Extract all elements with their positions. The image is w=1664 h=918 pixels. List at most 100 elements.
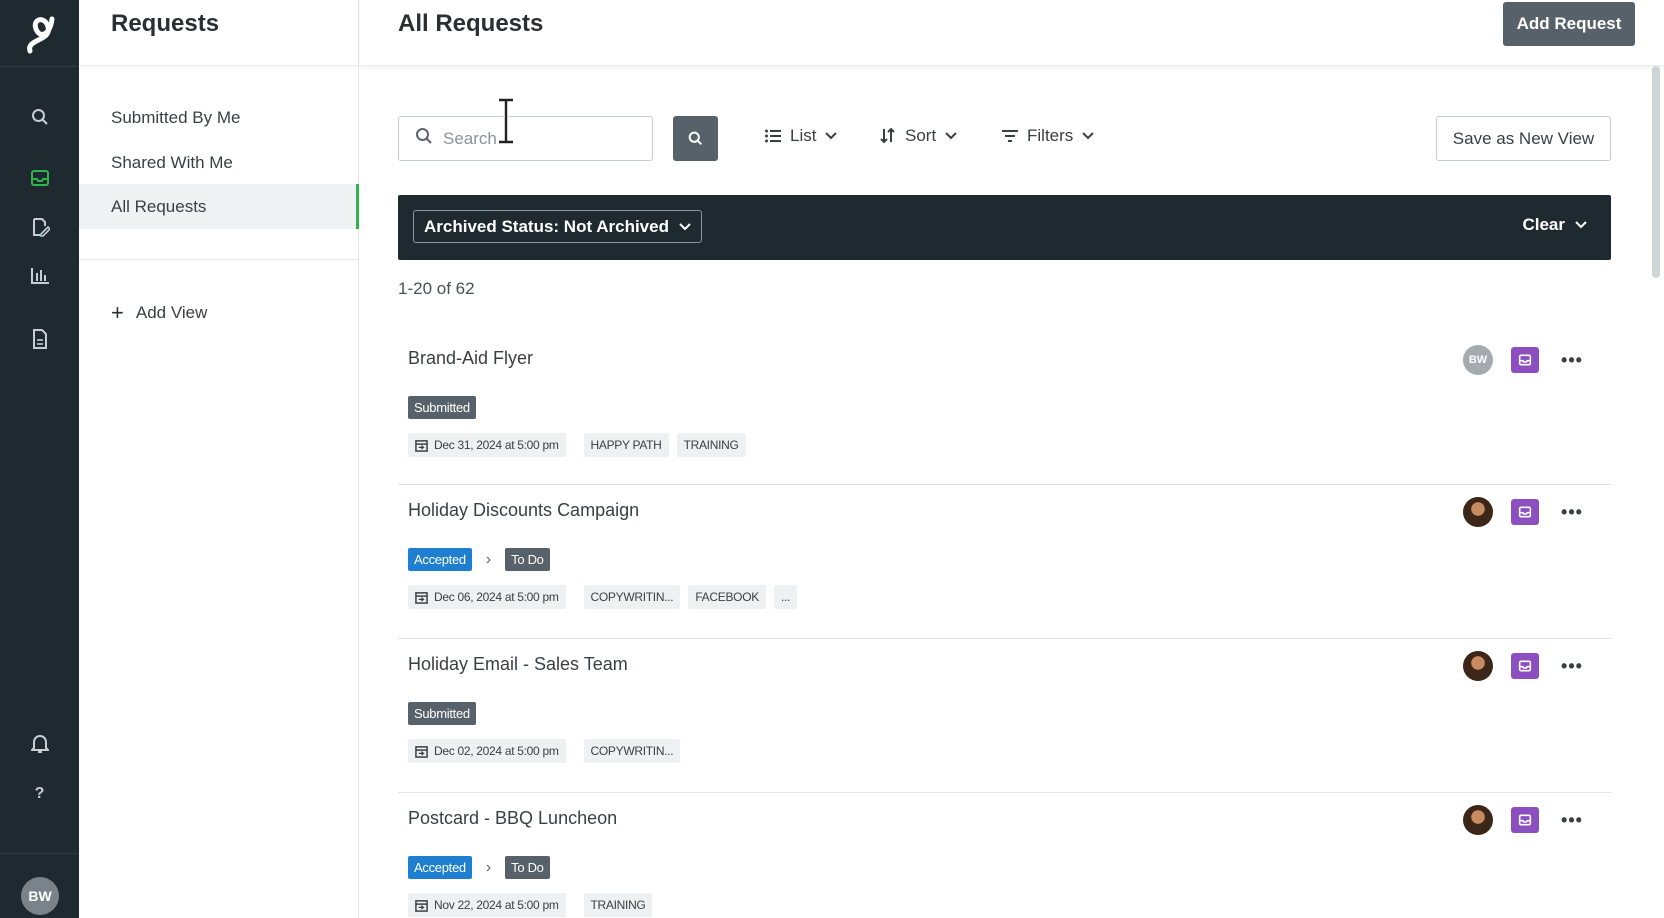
inbox-icon[interactable]	[1511, 347, 1539, 373]
list-label: List	[790, 126, 817, 145]
clear-label: Clear	[1522, 215, 1565, 234]
list-item[interactable]: Postcard - BBQ Luncheon Accepted › To Do…	[398, 793, 1611, 918]
assignee-avatar[interactable]	[1463, 497, 1493, 527]
sidebar-title: Requests	[111, 10, 220, 37]
stage-badge: To Do	[505, 548, 550, 571]
request-status: Submitted	[408, 396, 476, 419]
request-meta: Nov 22, 2024 at 5:00 pm TRAINING	[408, 893, 653, 917]
status-badge: Submitted	[408, 396, 476, 419]
inbox-icon[interactable]	[0, 163, 79, 193]
due-date-text: Dec 06, 2024 at 5:00 pm	[434, 590, 559, 604]
request-status: Accepted › To Do	[408, 856, 550, 879]
active-filters-bar: Archived Status: Not Archived Clear	[398, 195, 1611, 260]
more-options-icon[interactable]: •••	[1557, 810, 1587, 831]
status-badge: Accepted	[408, 856, 472, 879]
row-actions: •••	[1463, 497, 1587, 527]
calendar-icon	[415, 745, 428, 758]
search-field[interactable]	[398, 116, 653, 161]
filter-icon	[1002, 130, 1018, 142]
add-request-button[interactable]: Add Request	[1503, 2, 1635, 46]
search-icon[interactable]	[0, 102, 79, 132]
scrollbar[interactable]	[1652, 66, 1660, 278]
assignee-avatar[interactable]: BW	[1463, 345, 1493, 375]
status-badge: Accepted	[408, 548, 472, 571]
add-view-label: Add View	[135, 303, 208, 322]
filters-label: Filters	[1027, 126, 1074, 145]
calendar-icon	[415, 439, 428, 452]
document-icon[interactable]	[0, 324, 79, 354]
main-header: All Requests	[360, 0, 1664, 66]
due-date-text: Dec 02, 2024 at 5:00 pm	[434, 744, 559, 758]
request-meta: Dec 31, 2024 at 5:00 pm HAPPY PATH TRAIN…	[408, 433, 746, 457]
notification-icon[interactable]	[0, 729, 79, 759]
requests-sidebar: Requests Submitted By Me Shared With Me …	[79, 0, 359, 918]
archived-status-filter-chip[interactable]: Archived Status: Not Archived	[413, 210, 702, 243]
rail-divider	[0, 66, 79, 67]
sort-label: Sort	[905, 126, 937, 145]
assignee-avatar[interactable]	[1463, 805, 1493, 835]
row-actions: •••	[1463, 805, 1587, 835]
sidebar-header: Requests	[79, 0, 358, 66]
row-actions: BW •••	[1463, 345, 1587, 375]
request-name[interactable]: Holiday Discounts Campaign	[408, 500, 639, 521]
sidebar-item-label: Shared With Me	[111, 152, 233, 172]
list-item[interactable]: Brand-Aid Flyer Submitted Dec 31, 2024 a…	[398, 331, 1611, 485]
tag: COPYWRITIN...	[583, 585, 681, 609]
request-status: Accepted › To Do	[408, 548, 550, 571]
inbox-icon[interactable]	[1511, 499, 1539, 525]
sidebar-item-all-requests[interactable]: All Requests	[79, 184, 359, 229]
request-name[interactable]: Brand-Aid Flyer	[408, 348, 533, 369]
sidebar-divider	[79, 259, 359, 260]
search-button[interactable]	[673, 116, 718, 161]
plus-icon: +	[111, 300, 124, 325]
assignee-avatar[interactable]	[1463, 651, 1493, 681]
calendar-icon	[415, 899, 428, 912]
sidebar-item-label: Submitted By Me	[111, 107, 241, 127]
tag: COPYWRITIN...	[583, 739, 681, 763]
chevron-down-icon	[825, 132, 838, 140]
sidebar-item-submitted-by-me[interactable]: Submitted By Me	[79, 95, 359, 140]
user-avatar[interactable]: BW	[21, 877, 59, 915]
request-status: Submitted	[408, 702, 476, 725]
reports-icon[interactable]	[0, 261, 79, 291]
request-meta: Dec 02, 2024 at 5:00 pm COPYWRITIN...	[408, 739, 681, 763]
request-name[interactable]: Postcard - BBQ Luncheon	[408, 808, 617, 829]
status-badge: Submitted	[408, 702, 476, 725]
request-name[interactable]: Holiday Email - Sales Team	[408, 654, 628, 675]
tag: TRAINING	[676, 433, 746, 457]
tag: TRAINING	[583, 893, 653, 917]
edit-icon[interactable]	[0, 212, 79, 242]
add-view-button[interactable]: + Add View	[111, 302, 207, 324]
page-title: All Requests	[398, 10, 544, 37]
filters-dropdown[interactable]: Filters	[1002, 126, 1094, 146]
sidebar-item-shared-with-me[interactable]: Shared With Me	[79, 140, 359, 185]
due-date: Nov 22, 2024 at 5:00 pm	[408, 893, 566, 917]
row-actions: •••	[1463, 651, 1587, 681]
list-item[interactable]: Holiday Email - Sales Team Submitted Dec…	[398, 639, 1611, 793]
list-item[interactable]: Holiday Discounts Campaign Accepted › To…	[398, 485, 1611, 639]
search-input[interactable]	[441, 127, 621, 150]
chevron-down-icon	[1082, 132, 1094, 140]
help-icon[interactable]: ?	[0, 779, 79, 809]
clear-filters-button[interactable]: Clear	[1522, 215, 1587, 235]
tag: HAPPY PATH	[583, 433, 669, 457]
due-date-text: Dec 31, 2024 at 5:00 pm	[434, 438, 559, 452]
chevron-down-icon	[1575, 221, 1587, 229]
stage-badge: To Do	[505, 856, 550, 879]
chevron-down-icon	[945, 132, 957, 140]
more-tags[interactable]: ...	[773, 585, 798, 609]
more-options-icon[interactable]: •••	[1557, 502, 1587, 523]
more-options-icon[interactable]: •••	[1557, 350, 1587, 371]
rail-divider	[0, 853, 79, 854]
inbox-icon[interactable]	[1511, 653, 1539, 679]
inbox-icon[interactable]	[1511, 807, 1539, 833]
save-as-new-view-button[interactable]: Save as New View	[1436, 116, 1611, 161]
sort-icon	[880, 128, 895, 144]
list-view-dropdown[interactable]: List	[765, 126, 838, 146]
text-cursor-icon	[499, 98, 513, 144]
logo-icon[interactable]	[0, 0, 79, 66]
more-options-icon[interactable]: •••	[1557, 656, 1587, 677]
sort-dropdown[interactable]: Sort	[880, 126, 957, 146]
chevron-right-icon: ›	[485, 550, 492, 568]
list-icon	[765, 129, 781, 143]
